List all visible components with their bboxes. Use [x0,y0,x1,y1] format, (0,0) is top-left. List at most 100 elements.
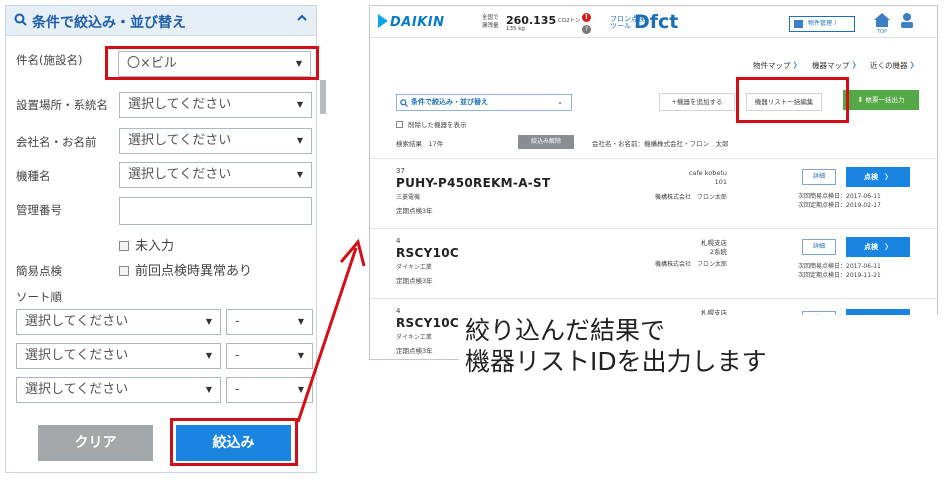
search-icon [400,99,408,107]
nav-label: 近くの機器 [870,61,908,70]
property-management-button[interactable]: 物件管理 〉 [789,16,855,32]
chevron-down-icon: ▼ [297,385,304,394]
item-maker: ダイキン工業 [396,264,432,271]
co2-label-2: 漏洩量 [482,23,499,29]
nav-property-map[interactable]: 物件マップ〉 [753,60,801,71]
equipment-item[interactable]: 37 PUHY-P450REKM-A-ST 三菱電機 定期点検3年 cafe k… [370,158,937,228]
sort-key-select-2[interactable]: 選択してください ▼ [16,343,221,369]
sort-key-value: 選択してください [25,348,129,363]
sort-order-value: - [235,314,240,329]
facility-name-label: 件名(施設名) [16,53,83,67]
clear-button[interactable]: クリア [38,425,153,461]
filter-toggle[interactable]: 条件で絞込み・並び替え ⌄ [396,94,572,111]
nav-label: 物件マップ [753,61,791,70]
simple-check-label: 簡易点検 [16,264,62,278]
sort-order-select-1[interactable]: - ▼ [226,309,313,335]
highlight-bulk-edit-button [736,77,849,123]
item-model: PUHY-P450REKM-A-ST [396,176,551,190]
home-icon[interactable]: TOP [873,12,891,34]
item-place-2: 2系統 [709,248,727,256]
show-deleted-checkbox[interactable]: 削除した機器を表示 [396,119,467,129]
next-simple-check-date: 次回簡易点検日：2017-06-11 [798,263,881,270]
item-owner: 機構株式会社 フロン太郎 [654,261,727,268]
active-condition: 会社名・お名前：機構株式会社・フロン 太郎 [592,140,729,148]
item-dates: 次回簡易点検日：2017-06-11 次回定期点検日：2019-02-17 [798,192,881,210]
alert-icon[interactable]: ! [582,13,591,22]
item-model: RSCY10C [396,316,459,330]
logo-text: DAIKIN [390,15,445,30]
chevron-down-icon: ⌄ [557,98,563,106]
location-label: 設置場所・系統名 [16,98,108,112]
chevron-down-icon: ▼ [205,351,212,360]
item-number: 4 [396,237,401,245]
item-place-2: 101 [714,178,727,186]
sort-key-value: 選択してください [25,382,129,397]
company-label: 会社名・お名前 [16,135,97,149]
inspect-label: 点検 [864,173,878,181]
prev-abnormal-label: 前回点検時異常あり [135,264,253,279]
next-simple-check-date: 次回簡易点検日：2017-06-11 [798,193,881,200]
company-select[interactable]: 選択してください ▼ [119,128,312,154]
sort-label: ソート順 [16,290,62,304]
chevron-down-icon: ▼ [205,317,212,326]
caption-line-2: 機器リストIDを出力します [459,346,939,378]
filter-panel-title: 条件で絞込み・並び替え [32,15,186,31]
help-icon[interactable]: ? [582,25,591,34]
search-icon [14,13,27,26]
location-select[interactable]: 選択してください ▼ [119,92,312,118]
user-settings-icon[interactable] [898,12,916,34]
clear-filter-chip[interactable]: 絞込み解除 [518,135,574,149]
show-deleted-label: 削除した機器を表示 [408,121,467,129]
daikin-logo[interactable]: DAIKIN [378,14,444,30]
chevron-up-icon[interactable] [296,12,308,24]
checkbox-icon [119,266,129,276]
sort-order-select-3[interactable]: - ▼ [226,377,313,403]
equipment-item[interactable]: 4 RSCY10C ダイキン工業 定期点検3年 札幌支店 2系統 機構株式会社 … [370,228,937,298]
add-equipment-button[interactable]: +機器を追加する [659,93,735,111]
item-place-1: 札幌支店 [701,239,727,247]
caption-line-1: 絞り込んだ結果で [459,315,939,347]
item-model: RSCY10C [396,246,459,260]
co2-sub: 135 kg [506,26,525,32]
item-place: cafe kobetu 101 [689,169,727,187]
co2-unit: CO2トン [558,18,581,24]
nav-label: 機器マップ [812,61,850,70]
highlight-facility-select [105,46,319,80]
inspect-button[interactable]: 点検 〉 [846,167,910,187]
chevron-down-icon: ▼ [296,170,303,179]
next-periodic-check-date: 次回定期点検日：2019-02-17 [798,202,881,209]
sort-order-select-2[interactable]: - ▼ [226,343,313,369]
mgmt-number-label: 管理番号 [16,203,62,217]
prev-abnormal-checkbox[interactable]: 前回点検時異常あり [119,260,252,279]
chevron-down-icon: ▼ [297,317,304,326]
mgmt-number-input[interactable] [119,197,312,225]
filter-panel-header[interactable]: 条件で絞込み・並び替え [6,6,316,36]
model-select[interactable]: 選択してください ▼ [119,162,312,188]
detail-button[interactable]: 詳細 [802,239,836,255]
unentered-checkbox[interactable]: 未入力 [119,235,174,254]
item-place: 札幌支店 2系統 [701,239,727,257]
sort-key-select-3[interactable]: 選択してください ▼ [16,377,221,403]
highlight-filter-button [170,418,298,466]
next-periodic-check-date: 次回定期点検日：2019-11-21 [798,272,881,279]
inspect-button[interactable]: 点検 〉 [846,237,910,257]
sort-key-select-1[interactable]: 選択してください ▼ [16,309,221,335]
sort-key-value: 選択してください [25,314,129,329]
model-value: 選択してください [128,167,232,182]
nav-nearby-equipment[interactable]: 近くの機器〉 [870,60,918,71]
app-name: Dfct [634,11,679,33]
item-dates: 次回簡易点検日：2017-06-11 次回定期点検日：2019-11-21 [798,262,881,280]
export-report-button[interactable]: 帳票一括出力 [843,90,919,110]
co2-label-1: 全国で [482,15,499,21]
item-period: 定期点検3年 [396,207,433,215]
chevron-down-icon: ▼ [297,351,304,360]
app-screen: DAIKIN 全国で 漏洩量 260.135 CO2トン 135 kg ! ? … [369,5,938,360]
detail-button[interactable]: 詳細 [802,169,836,185]
inspect-label: 点検 [864,243,878,251]
nav-equipment-map[interactable]: 機器マップ〉 [812,60,860,71]
scrollbar[interactable] [320,80,326,114]
mgmt-label: 物件管理 [808,20,833,27]
checkbox-icon [396,121,403,128]
chevron-down-icon: ▼ [296,136,303,145]
sort-order-value: - [235,382,240,397]
